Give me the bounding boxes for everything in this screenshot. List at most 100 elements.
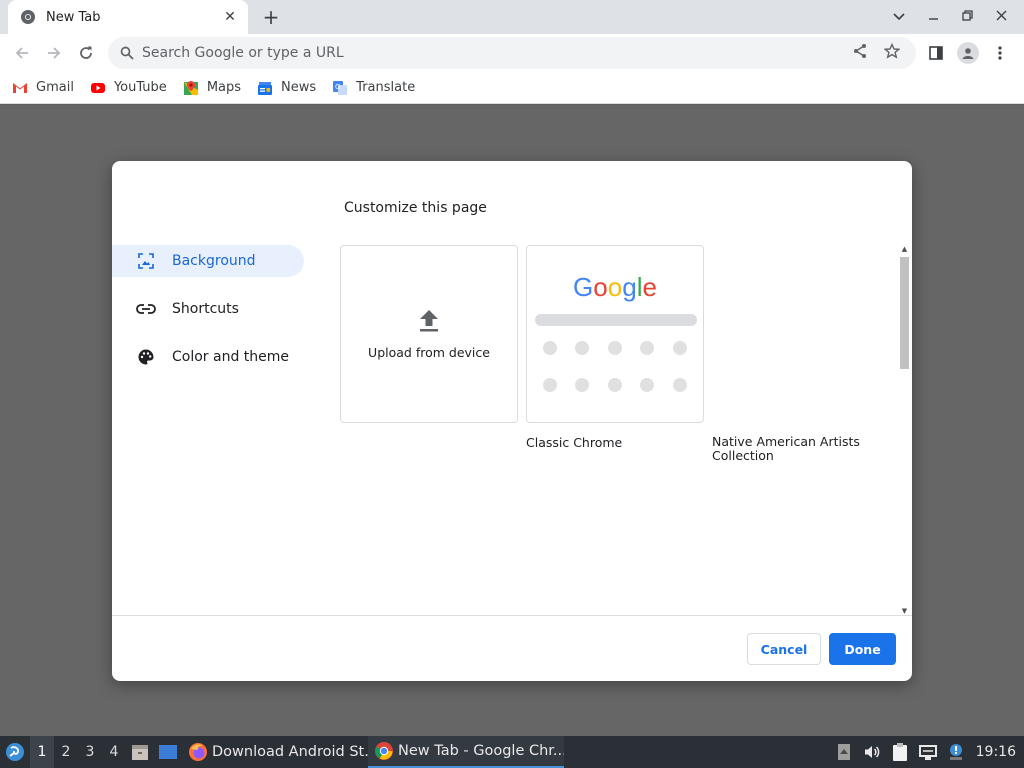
workspace-1[interactable]: 1: [30, 736, 54, 768]
workspace-2[interactable]: 2: [54, 736, 78, 768]
chrome-icon: [375, 742, 393, 760]
tab-close-icon[interactable]: ✕: [222, 9, 238, 25]
bookmark-label: Maps: [206, 80, 242, 95]
share-icon[interactable]: [844, 43, 876, 63]
bookmark-youtube[interactable]: YouTube: [90, 80, 167, 96]
volume-icon[interactable]: [858, 736, 886, 768]
firefox-icon: [189, 743, 207, 761]
link-icon: [136, 299, 156, 319]
toolbar-right: [920, 37, 1016, 69]
tab-strip: New Tab ✕ +: [0, 0, 1024, 34]
address-input[interactable]: [142, 45, 832, 61]
start-menu-button[interactable]: [0, 736, 30, 768]
image-icon: [136, 251, 156, 271]
desktop-icon: [159, 745, 177, 759]
bookmark-label: Translate: [356, 80, 416, 95]
classic-chrome-tile[interactable]: Google: [526, 245, 704, 423]
svg-text:G: G: [335, 83, 340, 91]
reload-button[interactable]: [70, 37, 102, 69]
bookmark-star-icon[interactable]: [876, 42, 908, 63]
network-icon[interactable]: [914, 736, 942, 768]
upload-from-device-tile[interactable]: Upload from device: [340, 245, 518, 423]
bookmark-label: News: [281, 80, 317, 95]
clipboard-icon[interactable]: [886, 736, 914, 768]
tab-new-tab[interactable]: New Tab ✕: [8, 0, 248, 34]
chrome-icon: [21, 10, 35, 24]
preview-shortcut-dot: [575, 341, 589, 355]
preview-search-bar: [535, 314, 697, 326]
news-icon: [258, 81, 273, 95]
preview-shortcut-dot: [608, 378, 622, 392]
preview-shortcut-dot: [608, 341, 622, 355]
task-firefox-download[interactable]: Download Android St...: [182, 736, 368, 768]
task-chrome-new-tab[interactable]: New Tab - Google Chr...: [368, 736, 564, 768]
bookmark-label: Gmail: [36, 80, 74, 95]
scroll-up-icon[interactable]: ▲: [900, 245, 909, 253]
customize-dialog: Customize this page Background Shortcuts…: [112, 161, 912, 681]
browser-toolbar: [0, 34, 1024, 72]
logo-letter: g: [622, 272, 637, 302]
logo-letter: o: [593, 272, 608, 302]
menu-item-color-theme[interactable]: Color and theme: [112, 341, 304, 373]
gmail-icon: [13, 82, 27, 93]
menu-item-background[interactable]: Background: [112, 245, 304, 277]
translate-icon: G: [333, 80, 348, 95]
menu-item-shortcuts[interactable]: Shortcuts: [112, 293, 304, 325]
collection-label[interactable]: Native American Artists Collection: [712, 435, 872, 463]
logo-letter: e: [642, 272, 657, 302]
taskbar: 1 2 3 4 Download Android St... New Tab -…: [0, 736, 1024, 768]
workspace-3[interactable]: 3: [78, 736, 102, 768]
task-label: New Tab - Google Chr...: [398, 743, 564, 759]
classic-chrome-label: Classic Chrome: [526, 435, 623, 450]
background-options: Upload from device Google Classic Chrome…: [340, 245, 900, 615]
maps-icon: [183, 80, 198, 95]
restore-button[interactable]: [950, 9, 984, 25]
back-button[interactable]: [6, 37, 38, 69]
tab-search-icon[interactable]: [882, 9, 916, 25]
side-panel-icon[interactable]: [920, 37, 952, 69]
bookmark-news[interactable]: News: [257, 80, 316, 96]
logo-letter: o: [607, 272, 623, 302]
person-icon: [962, 48, 974, 59]
preview-shortcut-dot: [640, 341, 654, 355]
profile-button[interactable]: [952, 37, 984, 69]
upload-icon: [420, 309, 438, 331]
logo-letter: G: [573, 272, 594, 302]
preview-shortcut-dot: [543, 341, 557, 355]
forward-button[interactable]: [38, 37, 70, 69]
menu-item-label: Color and theme: [172, 349, 290, 365]
menu-kebab-icon[interactable]: [984, 37, 1016, 69]
bookmark-gmail[interactable]: Gmail: [12, 80, 74, 96]
minimize-button[interactable]: [916, 9, 950, 25]
bookmark-maps[interactable]: Maps: [183, 80, 241, 96]
avatar: [957, 42, 979, 64]
bookmarks-bar: Gmail YouTube Maps News G Translate: [0, 72, 1024, 104]
preview-shortcut-dot: [673, 378, 687, 392]
clock[interactable]: 19:16: [970, 744, 1024, 760]
new-tab-button[interactable]: +: [258, 4, 284, 30]
palette-icon: [136, 347, 156, 367]
scrollbar[interactable]: ▲ ▼: [898, 245, 910, 615]
search-icon: [120, 46, 134, 60]
done-button[interactable]: Done: [829, 633, 896, 665]
preview-shortcut-dot: [543, 378, 557, 392]
window-close-button[interactable]: [984, 9, 1018, 25]
distro-logo-icon: [6, 743, 24, 761]
preview-shortcut-dot: [673, 341, 687, 355]
scroll-down-icon[interactable]: ▼: [900, 607, 909, 615]
omnibox[interactable]: [108, 37, 916, 69]
preview-shortcut-dot: [575, 378, 589, 392]
scrollbar-thumb[interactable]: [900, 257, 909, 369]
notification-icon[interactable]: [942, 736, 970, 768]
menu-item-label: Background: [172, 253, 256, 269]
workspace-4[interactable]: 4: [102, 736, 126, 768]
dialog-footer: Cancel Done: [112, 615, 912, 681]
back-arrow-icon: [15, 47, 28, 59]
cancel-button[interactable]: Cancel: [747, 633, 821, 665]
desktop-launcher[interactable]: [154, 736, 182, 768]
tray-up-arrow-icon[interactable]: [830, 736, 858, 768]
file-manager-launcher[interactable]: [126, 736, 154, 768]
upload-label: Upload from device: [368, 344, 490, 360]
google-logo: Google: [527, 272, 703, 303]
bookmark-translate[interactable]: G Translate: [332, 80, 415, 96]
